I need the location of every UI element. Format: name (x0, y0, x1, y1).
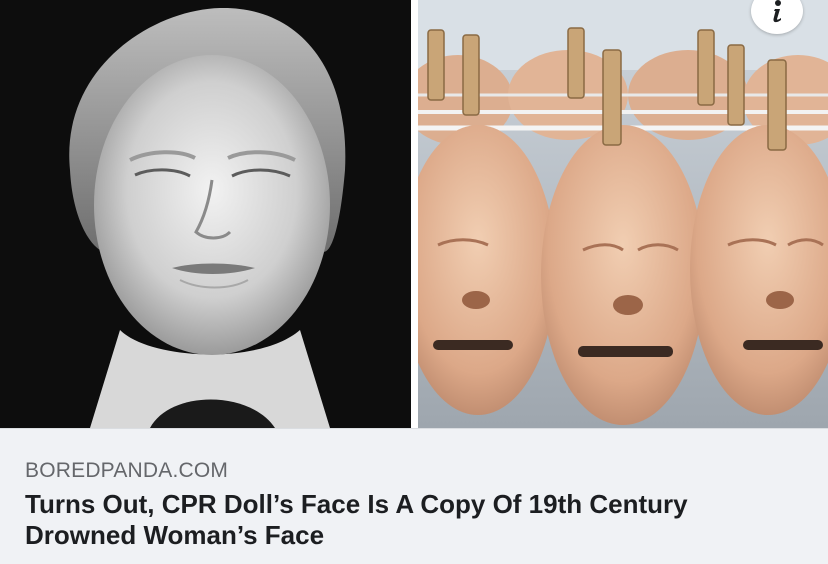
headline-line-2: Drowned Woman’s Face (25, 520, 325, 550)
info-button[interactable] (750, 0, 804, 34)
cpr-doll-faces-illustration (418, 0, 828, 428)
headline-line-1: Turns Out, CPR Doll’s Face Is A Copy Of … (25, 489, 688, 519)
preview-image[interactable] (0, 0, 828, 428)
death-mask-photo (0, 0, 411, 428)
article-headline[interactable]: Turns Out, CPR Doll’s Face Is A Copy Of … (25, 489, 805, 551)
link-caption[interactable]: BOREDPANDA.COM Turns Out, CPR Doll’s Fac… (0, 428, 828, 564)
info-button-disc (751, 0, 803, 34)
link-preview-card[interactable]: BOREDPANDA.COM Turns Out, CPR Doll’s Fac… (0, 0, 828, 564)
cpr-doll-faces-photo (418, 0, 828, 428)
source-domain: BOREDPANDA.COM (25, 459, 229, 482)
info-icon (773, 0, 781, 23)
death-mask-illustration (0, 0, 411, 428)
